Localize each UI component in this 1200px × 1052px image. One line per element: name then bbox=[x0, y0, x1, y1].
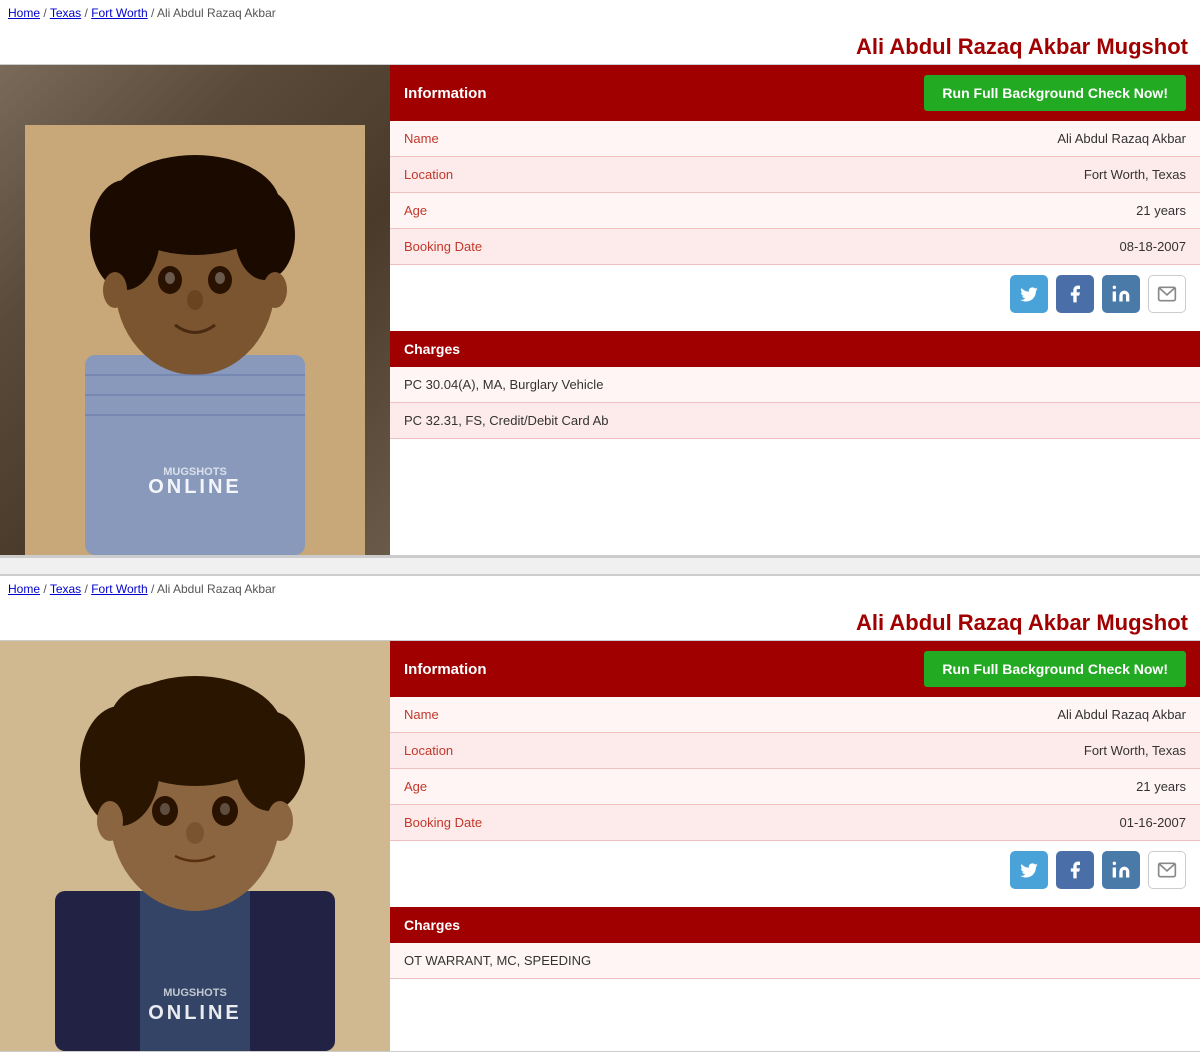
social-share-row bbox=[390, 265, 1200, 323]
record-section: MUGSHOTS ONLINE Information Run Full Back… bbox=[0, 640, 1200, 1052]
info-table: NameAli Abdul Razaq AkbarLocationFort Wo… bbox=[390, 697, 1200, 841]
info-row: Booking Date08-18-2007 bbox=[390, 229, 1200, 265]
social-share-row bbox=[390, 841, 1200, 899]
breadcrumb-home[interactable]: Home bbox=[8, 6, 40, 20]
field-value: Ali Abdul Razaq Akbar bbox=[570, 121, 1200, 157]
twitter-share-button[interactable] bbox=[1010, 851, 1048, 889]
info-row: Age21 years bbox=[390, 769, 1200, 805]
mugshot-column: MUGSHOTS ONLINE bbox=[0, 65, 390, 555]
field-label: Age bbox=[390, 193, 570, 229]
breadcrumb-city[interactable]: Fort Worth bbox=[91, 6, 147, 20]
info-column: Information Run Full Background Check Now… bbox=[390, 641, 1200, 1051]
page-title: Ali Abdul Razaq Akbar Mugshot bbox=[0, 602, 1200, 640]
info-row: LocationFort Worth, Texas bbox=[390, 157, 1200, 193]
mugshot-image: MUGSHOTS ONLINE bbox=[0, 641, 390, 1051]
field-value: Ali Abdul Razaq Akbar bbox=[570, 697, 1200, 733]
breadcrumb: Home / Texas / Fort Worth / Ali Abdul Ra… bbox=[0, 576, 1200, 602]
mugshot-column: MUGSHOTS ONLINE bbox=[0, 641, 390, 1051]
info-column: Information Run Full Background Check Now… bbox=[390, 65, 1200, 555]
background-check-button[interactable]: Run Full Background Check Now! bbox=[924, 75, 1186, 111]
info-header: Information Run Full Background Check Now… bbox=[390, 65, 1200, 121]
info-label: Information bbox=[404, 661, 487, 678]
info-row: LocationFort Worth, Texas bbox=[390, 733, 1200, 769]
breadcrumb-state[interactable]: Texas bbox=[50, 582, 81, 596]
info-row: Age21 years bbox=[390, 193, 1200, 229]
info-header: Information Run Full Background Check Now… bbox=[390, 641, 1200, 697]
background-check-button[interactable]: Run Full Background Check Now! bbox=[924, 651, 1186, 687]
field-label: Location bbox=[390, 157, 570, 193]
page-title: Ali Abdul Razaq Akbar Mugshot bbox=[0, 26, 1200, 64]
mugshot-svg: MUGSHOTS ONLINE bbox=[25, 125, 365, 555]
record-0: Home / Texas / Fort Worth / Ali Abdul Ra… bbox=[0, 0, 1200, 556]
breadcrumb-state[interactable]: Texas bbox=[50, 6, 81, 20]
field-value: Fort Worth, Texas bbox=[570, 157, 1200, 193]
svg-text:ONLINE: ONLINE bbox=[148, 1002, 242, 1024]
field-label: Booking Date bbox=[390, 805, 570, 841]
field-value: Fort Worth, Texas bbox=[570, 733, 1200, 769]
info-row: NameAli Abdul Razaq Akbar bbox=[390, 697, 1200, 733]
svg-text:MUGSHOTS: MUGSHOTS bbox=[163, 987, 227, 999]
field-label: Booking Date bbox=[390, 229, 570, 265]
field-value: 01-16-2007 bbox=[570, 805, 1200, 841]
linkedin-share-button[interactable] bbox=[1102, 275, 1140, 313]
breadcrumb-name: Ali Abdul Razaq Akbar bbox=[157, 582, 276, 596]
field-label: Age bbox=[390, 769, 570, 805]
charge-row: OT WARRANT, MC, SPEEDING bbox=[390, 943, 1200, 979]
breadcrumb-home[interactable]: Home bbox=[8, 582, 40, 596]
info-table: NameAli Abdul Razaq AkbarLocationFort Wo… bbox=[390, 121, 1200, 265]
mugshot-image: MUGSHOTS ONLINE bbox=[0, 65, 390, 555]
charges-header: Charges bbox=[390, 331, 1200, 367]
breadcrumb: Home / Texas / Fort Worth / Ali Abdul Ra… bbox=[0, 0, 1200, 26]
info-row: NameAli Abdul Razaq Akbar bbox=[390, 121, 1200, 157]
charges-header: Charges bbox=[390, 907, 1200, 943]
field-value: 08-18-2007 bbox=[570, 229, 1200, 265]
field-label: Name bbox=[390, 697, 570, 733]
facebook-share-button[interactable] bbox=[1056, 275, 1094, 313]
field-value: 21 years bbox=[570, 193, 1200, 229]
email-share-button[interactable] bbox=[1148, 851, 1186, 889]
info-row: Booking Date01-16-2007 bbox=[390, 805, 1200, 841]
charge-row: PC 30.04(A), MA, Burglary Vehicle bbox=[390, 367, 1200, 403]
record-divider bbox=[0, 556, 1200, 576]
linkedin-share-button[interactable] bbox=[1102, 851, 1140, 889]
record-1: Home / Texas / Fort Worth / Ali Abdul Ra… bbox=[0, 576, 1200, 1052]
mugshot-svg-2: MUGSHOTS ONLINE bbox=[0, 641, 390, 1051]
facebook-share-button[interactable] bbox=[1056, 851, 1094, 889]
record-section: MUGSHOTS ONLINE Information Run Full Back… bbox=[0, 64, 1200, 556]
field-label: Location bbox=[390, 733, 570, 769]
breadcrumb-city[interactable]: Fort Worth bbox=[91, 582, 147, 596]
svg-text:ONLINE: ONLINE bbox=[148, 476, 242, 498]
breadcrumb-name: Ali Abdul Razaq Akbar bbox=[157, 6, 276, 20]
twitter-share-button[interactable] bbox=[1010, 275, 1048, 313]
info-label: Information bbox=[404, 85, 487, 102]
email-share-button[interactable] bbox=[1148, 275, 1186, 313]
field-label: Name bbox=[390, 121, 570, 157]
charge-row: PC 32.31, FS, Credit/Debit Card Ab bbox=[390, 403, 1200, 439]
field-value: 21 years bbox=[570, 769, 1200, 805]
